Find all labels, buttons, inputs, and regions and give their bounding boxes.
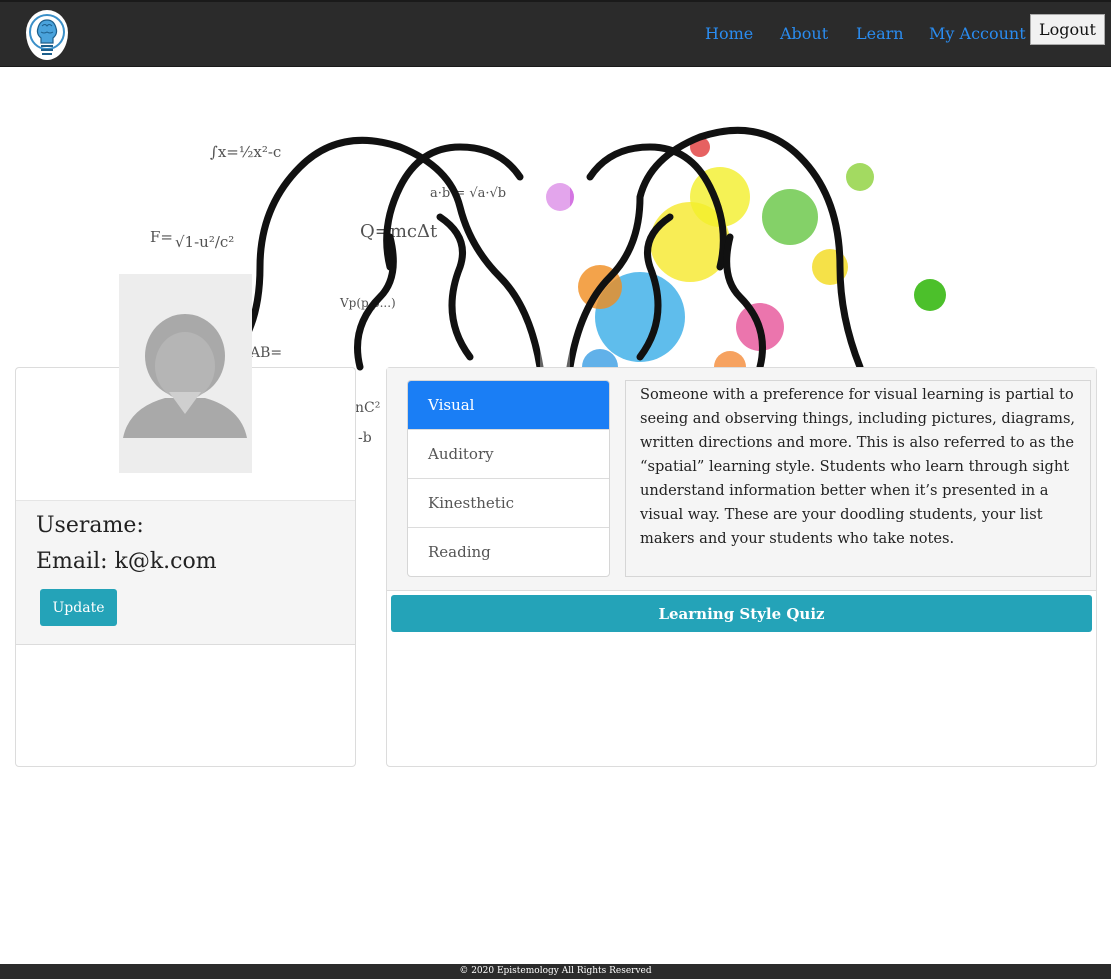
svg-text:nC²: nC² [355, 400, 380, 416]
email-text: Email: k@k.com [36, 549, 217, 574]
learning-style-description: Someone with a preference for visual lea… [625, 380, 1091, 577]
svg-text:∫x=½x²-c: ∫x=½x²-c [210, 143, 281, 161]
footer-copyright: © 2020 Epistemology All Rights Reserved [0, 964, 1111, 979]
lightbulb-brain-logo-icon[interactable] [26, 10, 68, 60]
tab-visual[interactable]: Visual [408, 381, 609, 430]
svg-text:√1-u²/c²: √1-u²/c² [175, 233, 234, 251]
update-button[interactable]: Update [40, 589, 117, 626]
learning-styles-card: Visual Auditory Kinesthetic Reading Some… [386, 367, 1097, 767]
username-label: Userame: [36, 513, 144, 538]
svg-text:F=: F= [150, 228, 173, 246]
navbar: Home About Learn My Account Logout [0, 0, 1111, 67]
tab-kinesthetic[interactable]: Kinesthetic [408, 479, 609, 528]
nav-home-link[interactable]: Home [705, 24, 753, 43]
learning-style-tabs: Visual Auditory Kinesthetic Reading [407, 380, 610, 577]
profile-info: Userame: Email: k@k.com Update [16, 500, 355, 645]
tab-auditory[interactable]: Auditory [408, 430, 609, 479]
learning-styles-panel: Visual Auditory Kinesthetic Reading Some… [387, 368, 1096, 591]
nav-about-link[interactable]: About [780, 24, 828, 43]
nav-my-account-link[interactable]: My Account [929, 24, 1026, 43]
tab-reading[interactable]: Reading [408, 528, 609, 576]
learning-style-quiz-button[interactable]: Learning Style Quiz [391, 595, 1092, 632]
svg-text:a·b = √a·√b: a·b = √a·√b [430, 186, 506, 201]
svg-text:Q=mcΔt: Q=mcΔt [360, 221, 438, 242]
nav-learn-link[interactable]: Learn [856, 24, 904, 43]
svg-text:AB=: AB= [249, 345, 282, 361]
logout-button[interactable]: Logout [1030, 14, 1105, 45]
avatar [119, 274, 252, 473]
svg-text:-b: -b [358, 430, 372, 446]
